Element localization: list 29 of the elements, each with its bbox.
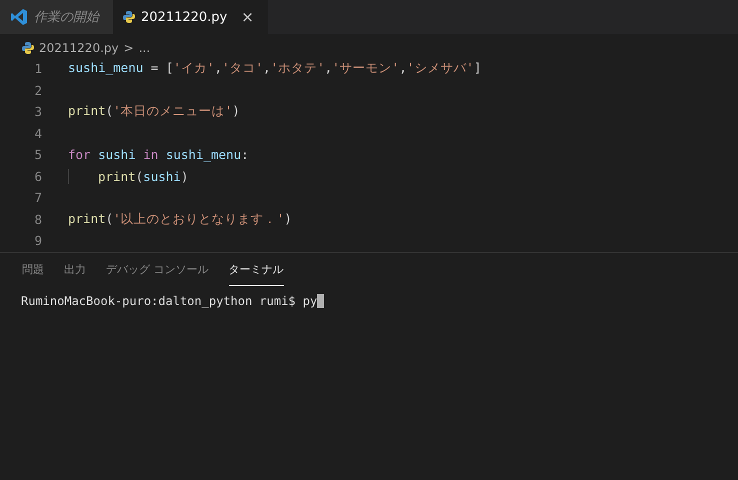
- panel-tab[interactable]: ターミナル: [228, 262, 284, 286]
- editor-tab[interactable]: 20211220.py ×: [113, 0, 268, 34]
- line-number: 1: [33, 61, 43, 76]
- vscode-logo-icon: [10, 8, 28, 26]
- line-number: 2: [33, 82, 43, 98]
- panel-tab[interactable]: 出力: [64, 262, 86, 286]
- line-number: 9: [33, 233, 43, 248]
- editor-tab[interactable]: 作業の開始: [0, 0, 113, 34]
- close-icon[interactable]: ×: [241, 8, 254, 26]
- line-number: 7: [33, 190, 43, 206]
- line-number: 3: [33, 104, 43, 120]
- python-icon: [22, 42, 34, 54]
- line-number: 8: [33, 212, 43, 227]
- code-line: print('以上のとおりとなります．'): [68, 210, 292, 228]
- line-number: 4: [33, 126, 43, 141]
- code-line: print(sushi): [68, 168, 188, 184]
- line-number: 5: [33, 147, 43, 162]
- line-number: 6: [33, 168, 43, 184]
- breadcrumb-item[interactable]: ...: [138, 41, 150, 55]
- terminal-line: RuminoMacBook-puro:dalton_python rumi$ py: [21, 294, 318, 308]
- breadcrumb-item[interactable]: 20211220.py: [39, 41, 119, 55]
- panel-tab[interactable]: デバッグ コンソール: [106, 262, 208, 286]
- code-line: print('本日のメニューは'): [68, 103, 240, 120]
- python-icon: [123, 11, 135, 23]
- text-cursor: [317, 294, 324, 308]
- code-line: for sushi in sushi_menu:: [68, 147, 249, 162]
- code-line: sushi_menu = ['イカ','タコ','ホタテ','サーモン','シメサバ']: [68, 60, 482, 78]
- breadcrumb-separator: >: [124, 41, 134, 55]
- panel-tab[interactable]: 問題: [22, 262, 44, 286]
